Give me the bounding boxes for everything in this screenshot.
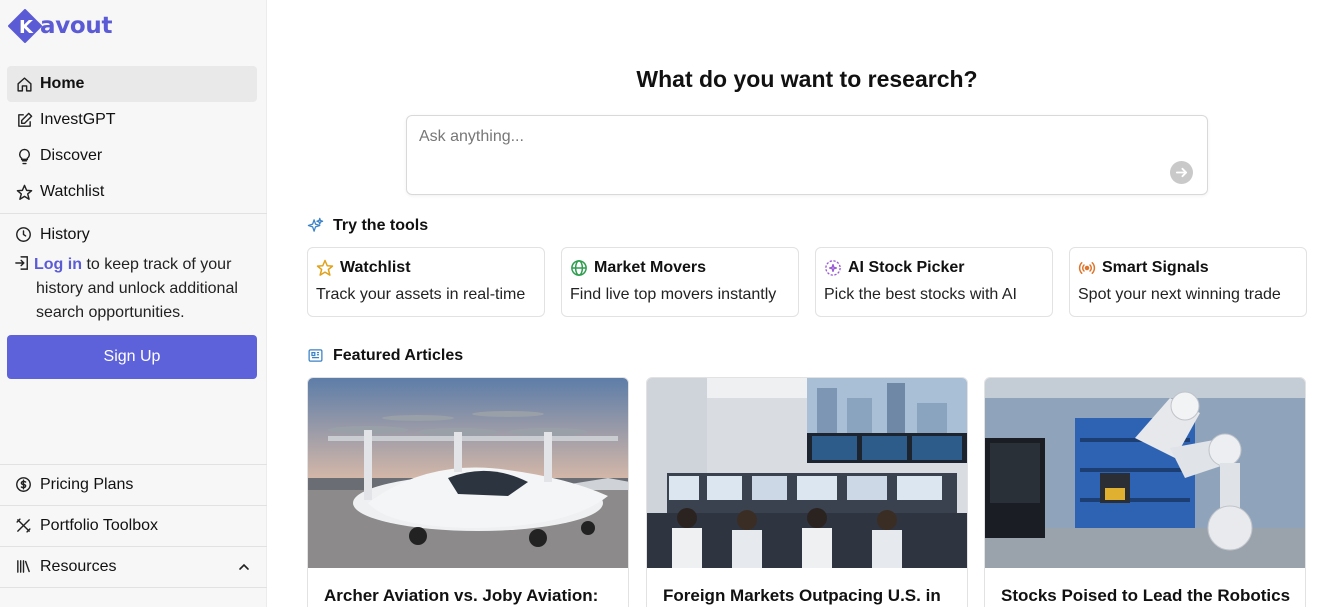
article-card[interactable]: Stocks Poised to Lead the Robotics xyxy=(984,377,1306,607)
articles-heading-text: Featured Articles xyxy=(333,347,464,364)
portfolio-toolbox-link[interactable]: Portfolio Toolbox xyxy=(15,515,251,537)
tools-icon xyxy=(15,517,33,535)
tool-title: Watchlist xyxy=(340,259,411,276)
search-input[interactable] xyxy=(419,128,1159,146)
main-nav: Home InvestGPT Discover Watchlist xyxy=(7,66,257,210)
login-text-b: history and unlock additional xyxy=(36,280,238,297)
divider xyxy=(0,213,267,214)
article-thumbnail xyxy=(647,378,967,568)
submit-button[interactable] xyxy=(1170,161,1193,184)
star-icon xyxy=(15,183,33,201)
login-text-a: to keep track of your xyxy=(86,256,232,273)
search-box[interactable] xyxy=(406,115,1208,195)
svg-text:K: K xyxy=(19,17,34,38)
arrow-right-icon xyxy=(1175,167,1188,178)
library-icon xyxy=(15,558,33,576)
tool-title: Smart Signals xyxy=(1102,259,1209,276)
divider xyxy=(0,587,267,588)
signal-icon xyxy=(1078,259,1096,277)
bottom-nav-label: Portfolio Toolbox xyxy=(40,517,158,534)
bottom-nav-label: Resources xyxy=(40,558,117,575)
page-title: What do you want to research? xyxy=(636,66,978,92)
nav-item-home[interactable]: Home xyxy=(7,66,257,102)
tool-desc: Track your assets in real-time xyxy=(316,286,526,303)
tool-card-ai-stock-picker[interactable]: AI Stock Picker Pick the best stocks wit… xyxy=(815,247,1053,317)
divider xyxy=(0,505,267,506)
home-icon xyxy=(15,75,33,93)
articles-heading: Featured Articles xyxy=(307,347,463,365)
star-icon xyxy=(316,259,334,277)
clock-icon xyxy=(15,226,33,244)
edit-icon xyxy=(15,111,33,129)
nav-label: Watchlist xyxy=(40,183,105,200)
tools-heading-text: Try the tools xyxy=(333,217,429,234)
article-title: Stocks Poised to Lead the Robotics xyxy=(1001,586,1291,605)
history-label: History xyxy=(40,226,90,243)
newspaper-icon xyxy=(307,347,325,365)
article-thumbnail xyxy=(308,378,628,568)
tool-title: AI Stock Picker xyxy=(848,259,965,276)
tools-heading: Try the tools xyxy=(307,217,428,235)
login-text-c: search opportunities. xyxy=(36,304,185,321)
pricing-plans-link[interactable]: Pricing Plans xyxy=(15,474,251,496)
bottom-nav-label: Pricing Plans xyxy=(40,476,134,493)
tool-desc: Pick the best stocks with AI xyxy=(824,286,1017,303)
nav-item-discover[interactable]: Discover xyxy=(7,138,257,174)
tool-card-watchlist[interactable]: Watchlist Track your assets in real-time xyxy=(307,247,545,317)
ai-picker-icon xyxy=(824,259,842,277)
login-icon xyxy=(15,255,29,271)
tool-card-smart-signals[interactable]: Smart Signals Spot your next winning tra… xyxy=(1069,247,1307,317)
login-prompt: Log in to keep track of your history and… xyxy=(15,253,255,325)
divider xyxy=(0,464,267,465)
tool-card-market-movers[interactable]: Market Movers Find live top movers insta… xyxy=(561,247,799,317)
globe-icon xyxy=(570,259,588,277)
article-card[interactable]: Foreign Markets Outpacing U.S. in xyxy=(646,377,968,607)
chevron-up-icon[interactable] xyxy=(237,560,251,574)
sign-up-button[interactable]: Sign Up xyxy=(7,335,257,379)
nav-item-investgpt[interactable]: InvestGPT xyxy=(7,102,257,138)
article-title: Foreign Markets Outpacing U.S. in xyxy=(663,586,941,605)
tool-title: Market Movers xyxy=(594,259,707,276)
divider xyxy=(0,546,267,547)
article-thumbnail xyxy=(985,378,1305,568)
nav-label: InvestGPT xyxy=(40,111,116,128)
tool-desc: Find live top movers instantly xyxy=(570,286,777,303)
logo-mark-icon: K xyxy=(8,9,42,43)
article-title: Archer Aviation vs. Joby Aviation: xyxy=(324,586,599,605)
nav-label: Home xyxy=(40,75,85,92)
sparkle-icon xyxy=(307,217,325,235)
login-link[interactable]: Log in xyxy=(34,256,82,273)
logo-text: avout xyxy=(40,13,113,39)
nav-label: Discover xyxy=(40,147,103,164)
nav-item-watchlist[interactable]: Watchlist xyxy=(7,174,257,210)
history-link[interactable]: History xyxy=(15,224,90,246)
dollar-circle-icon xyxy=(15,476,33,494)
tool-desc: Spot your next winning trade xyxy=(1078,286,1281,303)
sidebar: K avout Home InvestGPT Discover Watchlis… xyxy=(0,0,267,607)
lightbulb-icon xyxy=(15,147,33,165)
article-card[interactable]: Archer Aviation vs. Joby Aviation: xyxy=(307,377,629,607)
resources-link[interactable]: Resources xyxy=(15,556,251,578)
kavout-logo[interactable]: K avout xyxy=(8,8,112,44)
